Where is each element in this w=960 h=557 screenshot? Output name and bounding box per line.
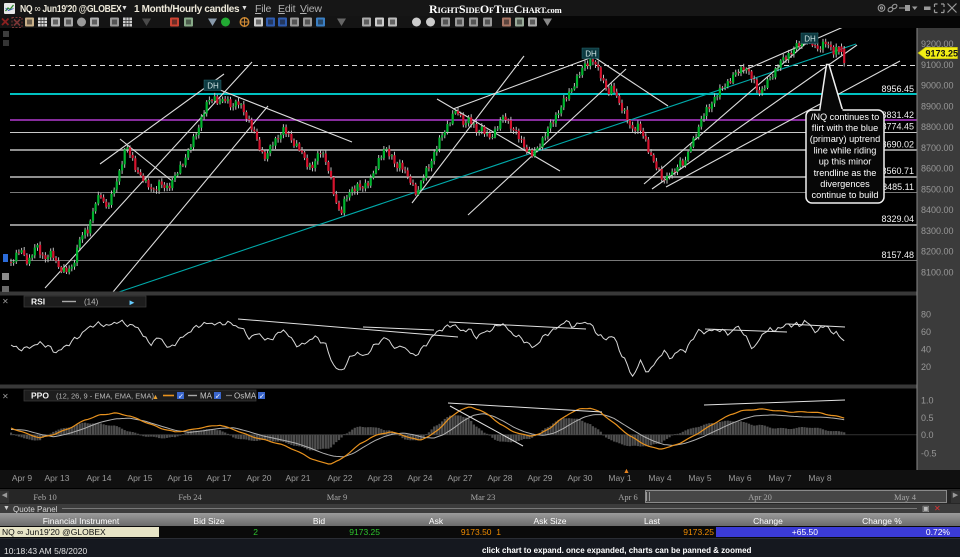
- svg-text:PPO: PPO: [31, 391, 49, 401]
- svg-text:8157.48: 8157.48: [881, 250, 914, 260]
- svg-text:8600.00: 8600.00: [921, 164, 954, 174]
- svg-text:8700.00: 8700.00: [921, 143, 954, 153]
- svg-text:✓: ✓: [178, 393, 184, 400]
- svg-text:trendline as the: trendline as the: [814, 168, 877, 178]
- svg-text:8831.42: 8831.42: [881, 110, 914, 120]
- svg-text:8500.00: 8500.00: [921, 184, 954, 194]
- svg-text:✓: ✓: [259, 393, 265, 400]
- svg-text:8100.00: 8100.00: [921, 268, 954, 278]
- svg-text:✕: ✕: [2, 392, 9, 401]
- svg-text:8774.45: 8774.45: [881, 122, 914, 132]
- svg-text:8200.00: 8200.00: [921, 247, 954, 257]
- svg-text:✕: ✕: [2, 297, 9, 306]
- svg-text:8800.00: 8800.00: [921, 122, 954, 132]
- svg-text:9100.00: 9100.00: [921, 60, 954, 70]
- svg-text:80: 80: [921, 309, 931, 319]
- svg-text:8329.04: 8329.04: [881, 214, 914, 224]
- svg-text:RSI: RSI: [31, 297, 45, 307]
- svg-text:9000.00: 9000.00: [921, 81, 954, 91]
- svg-text:8690.02: 8690.02: [881, 139, 914, 149]
- svg-text:-0.5: -0.5: [921, 448, 937, 458]
- svg-text:►: ►: [128, 298, 136, 307]
- svg-text:8956.45: 8956.45: [881, 84, 914, 94]
- svg-text:0.5: 0.5: [921, 413, 934, 423]
- svg-text:0.0: 0.0: [921, 430, 934, 440]
- svg-text:8900.00: 8900.00: [921, 101, 954, 111]
- svg-text:1.0: 1.0: [921, 396, 934, 406]
- svg-text:DH: DH: [804, 35, 816, 44]
- svg-text:continue to build: continue to build: [812, 190, 879, 200]
- svg-text:line while riding: line while riding: [814, 145, 877, 155]
- svg-text:flirt with the blue: flirt with the blue: [812, 123, 878, 133]
- svg-text:8560.71: 8560.71: [881, 166, 914, 176]
- svg-text:MA: MA: [200, 392, 213, 401]
- svg-text:(12, 26, 9 - EMA, EMA, EMA): (12, 26, 9 - EMA, EMA, EMA): [56, 391, 154, 400]
- svg-text:8485.11: 8485.11: [882, 182, 914, 192]
- svg-text:60: 60: [921, 327, 931, 337]
- svg-text:(14): (14): [84, 298, 99, 307]
- svg-text:(primary) uptrend: (primary) uptrend: [810, 134, 880, 144]
- svg-text:20: 20: [921, 362, 931, 372]
- svg-text:/NQ continues to: /NQ continues to: [811, 112, 879, 122]
- svg-text:8300.00: 8300.00: [921, 226, 954, 236]
- svg-text:OsMA: OsMA: [234, 392, 257, 401]
- svg-text:DH: DH: [207, 82, 219, 91]
- svg-text:9173.25: 9173.25: [926, 48, 959, 58]
- svg-text:divergences: divergences: [820, 179, 870, 189]
- svg-text:✓: ✓: [215, 393, 221, 400]
- svg-text:DH: DH: [585, 50, 597, 59]
- svg-text:up this minor: up this minor: [819, 157, 872, 167]
- svg-text:▲: ▲: [152, 394, 159, 401]
- svg-text:8400.00: 8400.00: [921, 205, 954, 215]
- svg-text:40: 40: [921, 345, 931, 355]
